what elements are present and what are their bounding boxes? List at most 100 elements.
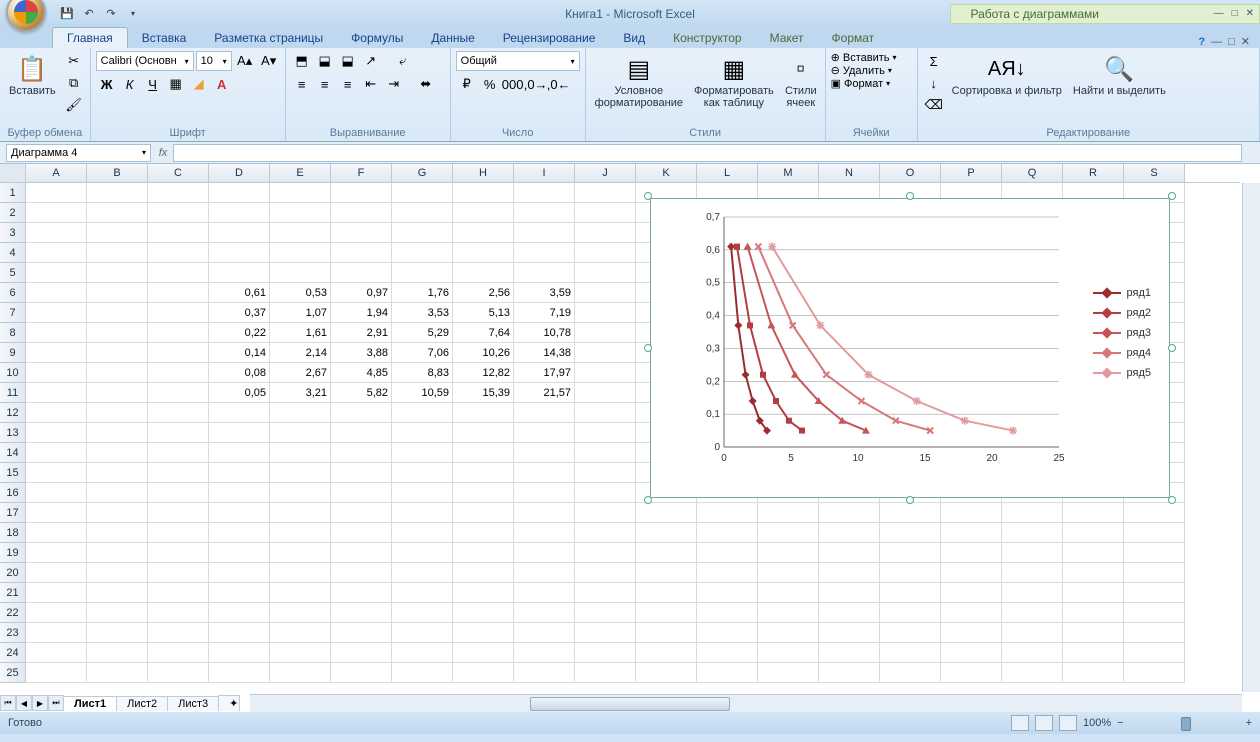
sort-filter-button[interactable]: АЯ↓Сортировка и фильтр	[948, 51, 1066, 99]
row-header-5[interactable]: 5	[0, 263, 26, 283]
cell[interactable]	[209, 523, 270, 543]
cell[interactable]	[575, 243, 636, 263]
cell[interactable]	[26, 583, 87, 603]
cell[interactable]	[1063, 503, 1124, 523]
cell[interactable]	[575, 403, 636, 423]
cell[interactable]	[270, 523, 331, 543]
cell[interactable]	[575, 503, 636, 523]
formula-input[interactable]	[173, 144, 1242, 162]
cell[interactable]	[514, 203, 575, 223]
cell[interactable]	[87, 183, 148, 203]
cell[interactable]: 5,82	[331, 383, 392, 403]
cell[interactable]	[392, 423, 453, 443]
align-left-icon[interactable]: ≡	[291, 74, 313, 94]
cell[interactable]: 14,38	[514, 343, 575, 363]
cell[interactable]	[331, 643, 392, 663]
cell[interactable]	[209, 563, 270, 583]
cell[interactable]	[575, 383, 636, 403]
cell[interactable]	[1124, 563, 1185, 583]
cell[interactable]	[26, 663, 87, 683]
cell[interactable]: 2,14	[270, 343, 331, 363]
cell[interactable]	[514, 663, 575, 683]
cell[interactable]	[514, 523, 575, 543]
view-page-layout-icon[interactable]	[1035, 715, 1053, 731]
fill-color-icon[interactable]: ◢	[188, 74, 210, 94]
cell[interactable]	[209, 643, 270, 663]
row-header-17[interactable]: 17	[0, 503, 26, 523]
cell[interactable]	[331, 183, 392, 203]
cell[interactable]	[26, 523, 87, 543]
cell[interactable]	[148, 223, 209, 243]
cell[interactable]	[270, 183, 331, 203]
cell[interactable]	[697, 563, 758, 583]
cell[interactable]	[270, 663, 331, 683]
cell[interactable]	[148, 563, 209, 583]
cell[interactable]	[270, 403, 331, 423]
cell[interactable]: 15,39	[453, 383, 514, 403]
cell[interactable]	[819, 603, 880, 623]
cell[interactable]	[453, 483, 514, 503]
cell[interactable]	[26, 543, 87, 563]
qat-more-icon[interactable]: ▾	[124, 5, 142, 23]
insert-cells-button[interactable]: ⊕Вставить▾	[831, 51, 897, 64]
cell[interactable]	[636, 663, 697, 683]
cell[interactable]	[148, 523, 209, 543]
sheet-tab-2[interactable]: Лист2	[116, 696, 168, 711]
legend-item[interactable]: ряд3	[1093, 327, 1152, 339]
cell[interactable]	[758, 543, 819, 563]
legend-item[interactable]: ряд1	[1093, 287, 1152, 299]
cell[interactable]	[514, 563, 575, 583]
cell[interactable]	[819, 583, 880, 603]
cell[interactable]	[87, 303, 148, 323]
cell[interactable]	[392, 663, 453, 683]
cell[interactable]	[87, 643, 148, 663]
cell[interactable]: 10,78	[514, 323, 575, 343]
cell[interactable]	[819, 643, 880, 663]
align-top-icon[interactable]: ⬒	[291, 51, 313, 71]
cell[interactable]	[331, 463, 392, 483]
zoom-level[interactable]: 100%	[1083, 717, 1111, 729]
cell[interactable]	[575, 483, 636, 503]
sheet-nav-first-icon[interactable]: ⏮	[0, 695, 16, 711]
cell[interactable]	[1002, 503, 1063, 523]
delete-cells-button[interactable]: ⊖Удалить▾	[831, 64, 892, 77]
cell[interactable]	[209, 263, 270, 283]
cell[interactable]	[453, 403, 514, 423]
cell[interactable]	[148, 403, 209, 423]
cell[interactable]	[209, 603, 270, 623]
cell[interactable]	[1063, 623, 1124, 643]
cell[interactable]	[1002, 563, 1063, 583]
cell[interactable]	[148, 183, 209, 203]
cell[interactable]	[87, 243, 148, 263]
cell[interactable]	[575, 323, 636, 343]
ribbon-minimize-icon[interactable]: —	[1211, 36, 1222, 48]
cell[interactable]	[209, 243, 270, 263]
cell[interactable]	[1124, 643, 1185, 663]
cell[interactable]	[453, 643, 514, 663]
cell[interactable]	[514, 543, 575, 563]
cell[interactable]	[270, 503, 331, 523]
cell[interactable]	[941, 543, 1002, 563]
cell[interactable]: 10,26	[453, 343, 514, 363]
resize-handle-ne[interactable]	[1168, 192, 1176, 200]
cell[interactable]	[392, 263, 453, 283]
cell[interactable]	[148, 583, 209, 603]
cell[interactable]	[514, 483, 575, 503]
cell[interactable]	[819, 503, 880, 523]
cell[interactable]	[941, 523, 1002, 543]
cell[interactable]	[941, 583, 1002, 603]
row-header-3[interactable]: 3	[0, 223, 26, 243]
cell[interactable]	[636, 583, 697, 603]
cell[interactable]	[148, 323, 209, 343]
cell[interactable]	[1124, 623, 1185, 643]
chart-plot-area[interactable]: 00,10,20,30,40,50,60,70510152025 ряд1ряд…	[659, 207, 1161, 489]
cell[interactable]	[697, 523, 758, 543]
cell[interactable]	[575, 263, 636, 283]
cell[interactable]	[575, 203, 636, 223]
cell[interactable]	[87, 543, 148, 563]
cell[interactable]	[331, 663, 392, 683]
tab-review[interactable]: Рецензирование	[489, 28, 610, 48]
cell[interactable]: 0,61	[209, 283, 270, 303]
view-page-break-icon[interactable]	[1059, 715, 1077, 731]
zoom-in-icon[interactable]: +	[1246, 717, 1252, 729]
